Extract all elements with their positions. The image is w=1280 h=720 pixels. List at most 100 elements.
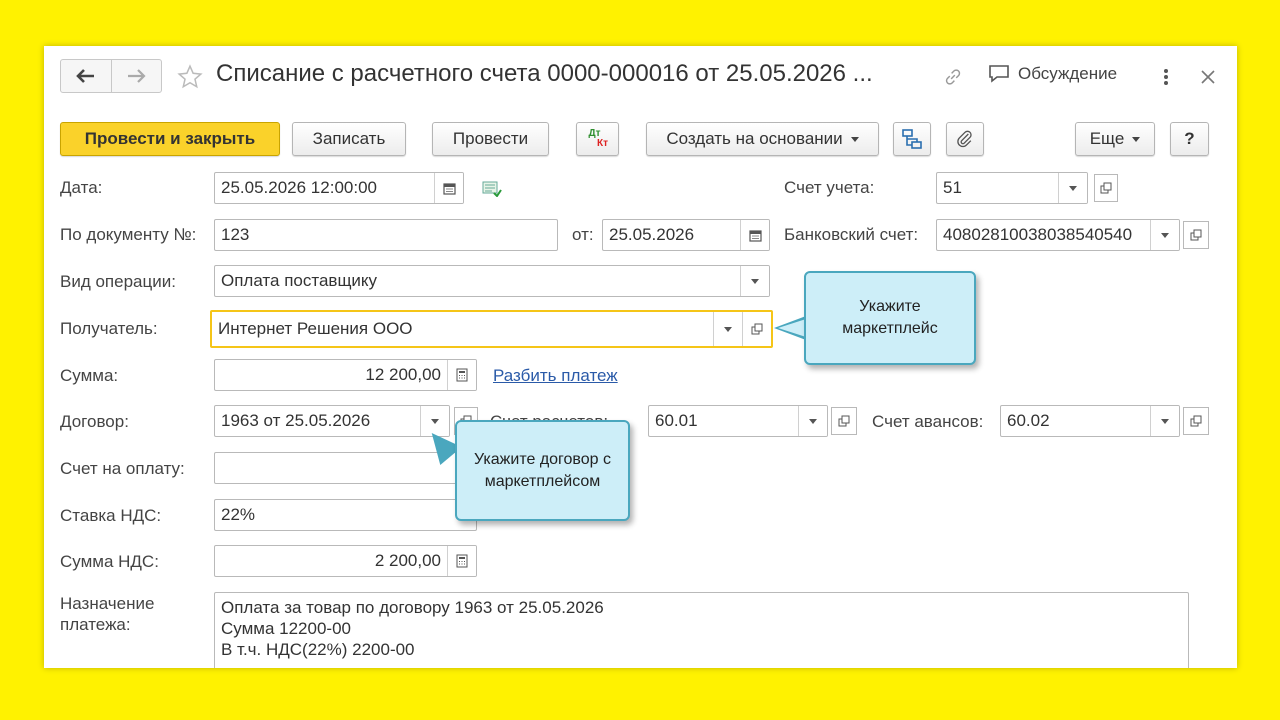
advance-open-button[interactable]	[1183, 407, 1209, 435]
split-payment-link[interactable]: Разбить платеж	[493, 366, 618, 386]
calendar-button[interactable]	[740, 220, 769, 250]
from-date-value: 25.05.2026	[609, 225, 695, 244]
attach-button[interactable]	[946, 122, 984, 156]
operation-dropdown-button[interactable]	[740, 266, 769, 296]
create-based-on-button[interactable]: Создать на основании	[646, 122, 879, 156]
advance-dropdown-button[interactable]	[1150, 406, 1179, 436]
doc-number-value: 123	[221, 225, 250, 244]
chevron-down-icon	[850, 136, 859, 142]
doc-number-field[interactable]: 123	[214, 219, 558, 251]
callout-contract-line1: Укажите договор с	[473, 450, 611, 468]
close-icon[interactable]	[1196, 64, 1220, 90]
open-window-icon	[1190, 415, 1202, 427]
amount-field[interactable]: 12 200,00	[214, 359, 477, 391]
callout-marketplace-pointer-fill	[778, 319, 806, 337]
account-open-button[interactable]	[1094, 174, 1118, 202]
paperclip-icon	[957, 130, 972, 148]
callout-contract: Укажите договор с маркетплейсом	[455, 420, 630, 521]
calendar-icon	[748, 229, 762, 242]
account-label: Счет учета:	[784, 178, 875, 197]
purpose-textarea[interactable]: Оплата за товар по договору 1963 от 25.0…	[214, 592, 1189, 668]
bank-account-dropdown-button[interactable]	[1150, 220, 1179, 250]
purpose-line2: Сумма 12200-00	[221, 619, 351, 638]
settlement-dropdown-button[interactable]	[798, 406, 827, 436]
forward-button[interactable]	[110, 60, 162, 92]
calculator-button[interactable]	[447, 360, 476, 390]
purpose-line3: В т.ч. НДС(22%) 2200-00	[221, 640, 415, 659]
account-field[interactable]: 51	[936, 172, 1088, 204]
open-window-icon	[838, 415, 850, 427]
contract-value: 1963 от 25.05.2026	[221, 411, 371, 430]
create-based-on-label: Создать на основании	[666, 129, 843, 148]
amount-label: Сумма:	[60, 366, 119, 385]
advance-account-field[interactable]: 60.02	[1000, 405, 1180, 437]
open-window-icon	[1190, 229, 1202, 241]
document-history-icon[interactable]	[480, 179, 504, 199]
dt-kt-button[interactable]: Дт Кт	[576, 122, 619, 156]
settlement-account-value: 60.01	[655, 411, 698, 430]
vat-rate-field[interactable]: 22%	[214, 499, 477, 531]
date-field[interactable]: 25.05.2026 12:00:00	[214, 172, 464, 204]
calendar-button[interactable]	[434, 173, 463, 203]
discussion-button[interactable]: Обсуждение	[988, 64, 1117, 84]
more-label: Еще	[1089, 129, 1125, 148]
doc-number-label: По документу №:	[60, 225, 197, 244]
chevron-down-icon	[1161, 418, 1169, 424]
from-date-field[interactable]: 25.05.2026	[602, 219, 770, 251]
date-label: Дата:	[60, 178, 103, 197]
help-button[interactable]: ?	[1170, 122, 1209, 156]
invoice-label: Счет на оплату:	[60, 459, 185, 478]
back-button[interactable]	[61, 60, 111, 92]
callout-marketplace: Укажите маркетплейс	[804, 271, 976, 365]
contract-field[interactable]: 1963 от 25.05.2026	[214, 405, 450, 437]
document-window: Списание с расчетного счета 0000-000016 …	[44, 46, 1237, 668]
open-window-icon	[751, 323, 763, 335]
arrow-right-icon	[128, 69, 146, 83]
recipient-open-button[interactable]	[742, 312, 771, 346]
structure-button[interactable]	[893, 122, 931, 156]
chevron-down-icon	[1132, 136, 1141, 142]
link-icon[interactable]	[940, 64, 966, 90]
post-button[interactable]: Провести	[432, 122, 549, 156]
vat-amount-field[interactable]: 2 200,00	[214, 545, 477, 577]
purpose-label-line2: платежа:	[60, 615, 131, 634]
chevron-down-icon	[1069, 185, 1077, 191]
calculator-icon	[456, 554, 468, 568]
save-button[interactable]: Записать	[292, 122, 406, 156]
date-value: 25.05.2026 12:00:00	[221, 178, 377, 197]
recipient-label: Получатель:	[60, 319, 158, 338]
contract-label: Договор:	[60, 412, 129, 431]
page-title: Списание с расчетного счета 0000-000016 …	[216, 60, 873, 87]
bank-account-field[interactable]: 40802810038038540540	[936, 219, 1180, 251]
recipient-value: Интернет Решения ООО	[218, 319, 413, 338]
post-and-close-button[interactable]: Провести и закрыть	[60, 122, 280, 156]
recipient-field[interactable]: Интернет Решения ООО	[210, 310, 773, 348]
favorite-star-icon[interactable]	[176, 63, 204, 91]
calculator-button[interactable]	[447, 546, 476, 576]
chevron-down-icon	[1161, 232, 1169, 238]
operation-value: Оплата поставщику	[221, 271, 378, 290]
nav-buttons	[60, 59, 162, 93]
account-value: 51	[943, 178, 962, 197]
calculator-icon	[456, 368, 468, 382]
advance-account-value: 60.02	[1007, 411, 1050, 430]
open-window-icon	[1100, 182, 1112, 194]
recipient-dropdown-button[interactable]	[713, 312, 742, 346]
settlement-open-button[interactable]	[831, 407, 857, 435]
settlement-account-field[interactable]: 60.01	[648, 405, 828, 437]
vat-rate-value: 22%	[221, 505, 256, 524]
chat-icon	[989, 65, 1009, 83]
callout-marketplace-line1: Укажите	[859, 298, 921, 315]
more-vertical-icon[interactable]	[1156, 64, 1176, 90]
chevron-down-icon	[751, 278, 759, 284]
account-dropdown-button[interactable]	[1058, 173, 1087, 203]
vat-rate-label: Ставка НДС:	[60, 506, 162, 525]
bank-account-open-button[interactable]	[1183, 221, 1209, 249]
from-label: от:	[572, 225, 594, 244]
vat-amount-value: 2 200,00	[374, 551, 441, 570]
operation-field[interactable]: Оплата поставщику	[214, 265, 770, 297]
operation-label: Вид операции:	[60, 272, 176, 291]
more-button[interactable]: Еще	[1075, 122, 1155, 156]
arrow-left-icon	[75, 69, 94, 83]
chevron-down-icon	[724, 326, 732, 332]
